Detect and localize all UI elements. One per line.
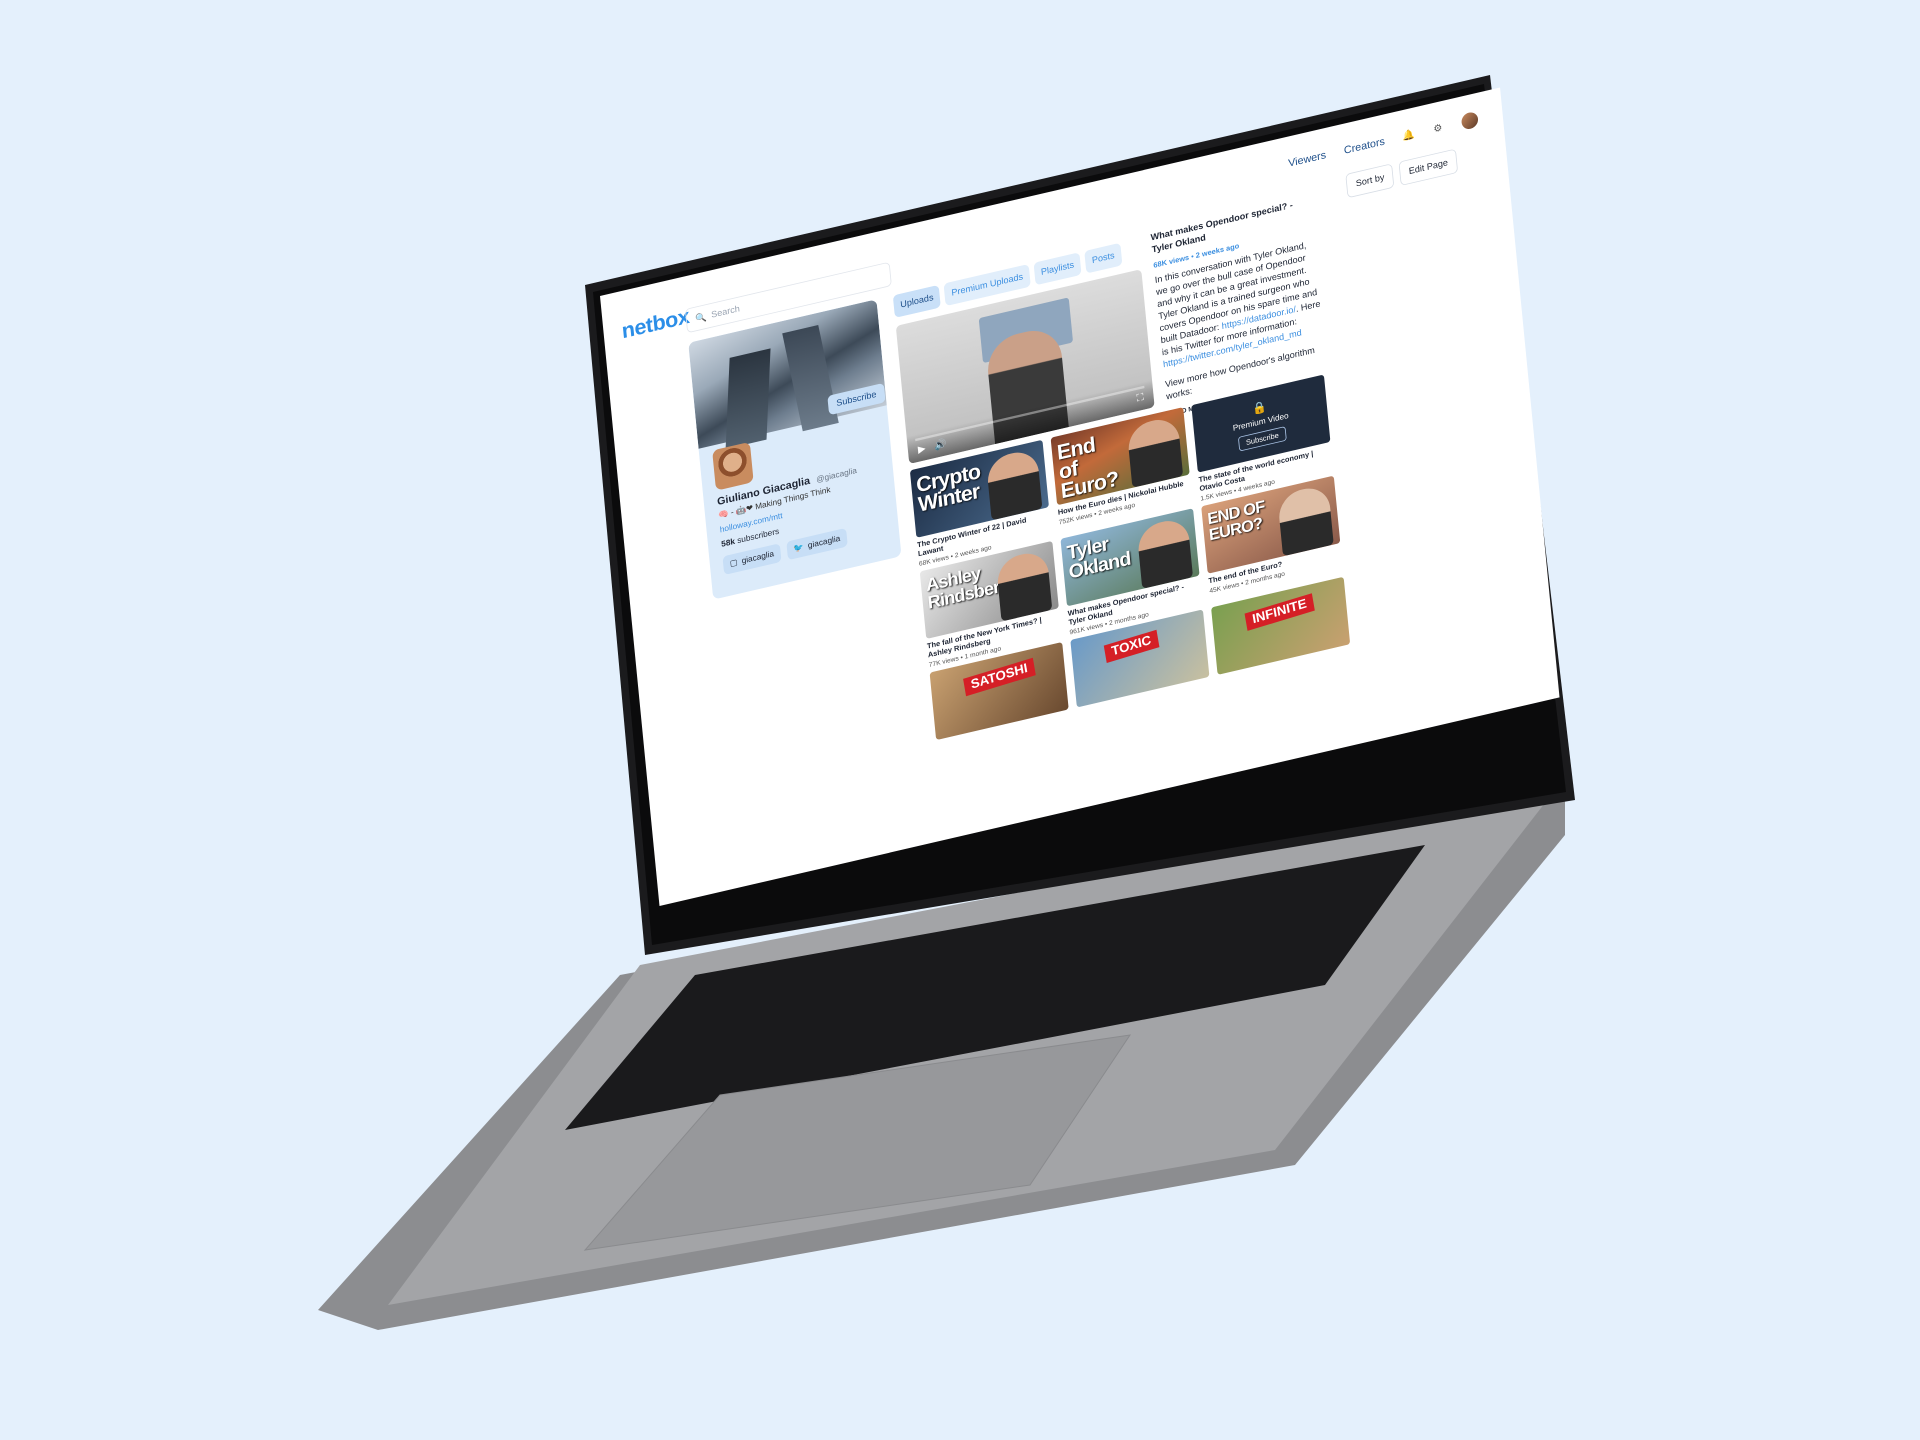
page-actions: Sort by Edit Page — [1345, 148, 1459, 199]
edit-page-button[interactable]: Edit Page — [1398, 148, 1459, 186]
thumbnail-face — [985, 447, 1043, 521]
profile-avatar — [712, 441, 754, 491]
thumbnail-text: SATOSHI — [963, 657, 1036, 697]
user-avatar[interactable] — [1460, 110, 1479, 131]
thumbnail-face — [1277, 483, 1334, 557]
instagram-link[interactable]: ▢ giacaglia — [722, 543, 782, 575]
thumbnail-text: Ashley Rindsberg — [925, 562, 1011, 613]
instagram-icon: ▢ — [729, 558, 739, 569]
play-icon[interactable]: ▶ — [917, 442, 926, 455]
thumbnail-face — [995, 548, 1053, 622]
gear-icon[interactable]: ⚙ — [1432, 121, 1445, 135]
subscribers-label: subscribers — [736, 527, 780, 546]
subscribers-count: 58k — [720, 537, 736, 550]
search-icon: 🔍 — [694, 312, 707, 325]
fullscreen-icon[interactable]: ⛶ — [1136, 391, 1144, 405]
thumbnail-text: INFINITE — [1244, 593, 1315, 631]
tab-playlists[interactable]: Playlists — [1033, 252, 1082, 286]
tab-uploads[interactable]: Uploads — [892, 284, 942, 318]
video-thumbnail: INFINITE — [1211, 576, 1351, 675]
nav-creators[interactable]: Creators — [1343, 134, 1385, 155]
twitter-link[interactable]: 🐦 giacaglia — [786, 527, 848, 561]
tab-posts[interactable]: Posts — [1084, 242, 1123, 274]
thumbnail-text: TOXIC — [1103, 629, 1160, 664]
thumbnail-text: END OF EURO? — [1206, 497, 1266, 545]
netbox-logo[interactable]: netbox — [621, 304, 691, 344]
thumbnail-text: Tyler Okland — [1065, 533, 1132, 584]
nav-viewers[interactable]: Viewers — [1288, 148, 1327, 169]
twitter-handle: giacaglia — [807, 534, 841, 551]
search-placeholder: Search — [710, 303, 741, 321]
profile-card: Subscribe Giuliano Giacaglia @giacaglia … — [688, 299, 902, 600]
thumbnail-face — [1126, 415, 1184, 488]
thumbnail-text: End of Euro? — [1055, 431, 1120, 504]
lock-icon: 🔒 — [1251, 399, 1268, 416]
thumbnail-text: Crypto Winter — [915, 458, 982, 517]
twitter-icon: 🐦 — [793, 542, 805, 554]
bell-icon[interactable]: 🔔 — [1402, 128, 1415, 142]
sort-by-button[interactable]: Sort by — [1345, 163, 1395, 199]
thumbnail-face — [1136, 516, 1194, 589]
video-card[interactable]: INFINITE — [1211, 576, 1351, 675]
instagram-handle: giacaglia — [741, 549, 775, 566]
profile-handle: @giacaglia — [815, 466, 858, 485]
